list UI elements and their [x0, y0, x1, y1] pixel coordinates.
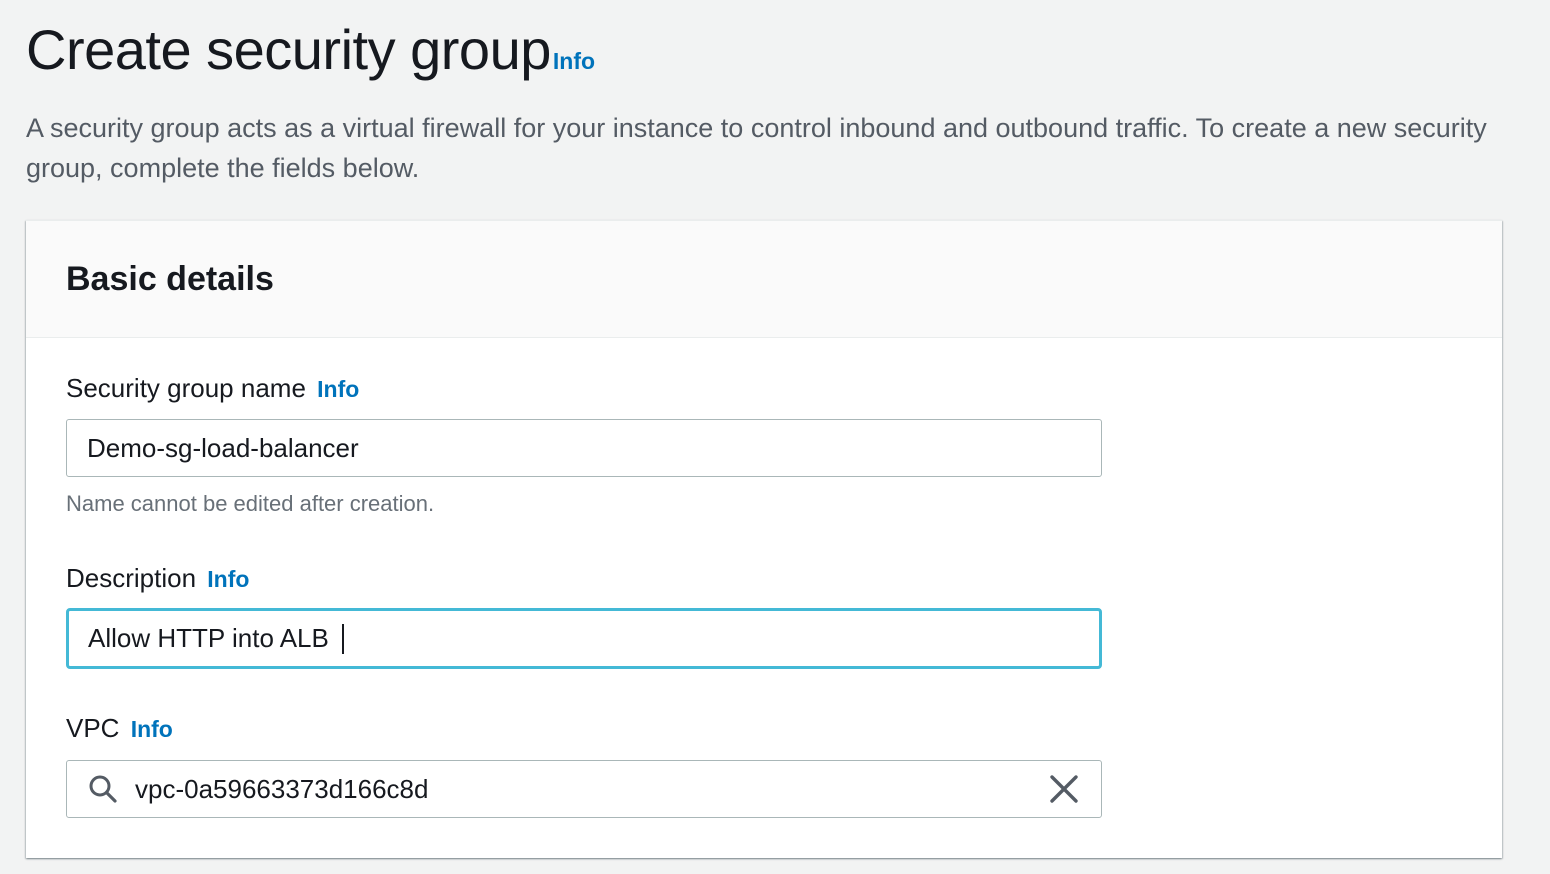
security-group-name-info-link[interactable]: Info [317, 376, 359, 402]
title-row: Create security group Info [26, 14, 595, 86]
panel-title: Basic details [66, 260, 274, 298]
page-title: Create security group [26, 18, 551, 81]
close-icon[interactable] [1047, 772, 1081, 806]
page-description: A security group acts as a virtual firew… [26, 113, 1487, 183]
vpc-label-text: VPC [66, 713, 120, 743]
vpc-value: vpc-0a59663373d166c8d [135, 773, 429, 804]
security-group-name-label-text: Security group name [66, 373, 306, 403]
security-group-name-input[interactable]: Demo-sg-load-balancer [66, 419, 1102, 477]
vpc-search-input[interactable]: vpc-0a59663373d166c8d [66, 760, 1102, 818]
security-group-name-label: Security group name Info [66, 371, 359, 406]
text-cursor [342, 623, 345, 654]
title-info-link[interactable]: Info [553, 48, 595, 75]
search-icon [85, 771, 121, 807]
basic-details-panel: Basic details Security group name Info D… [26, 220, 1502, 858]
panel-header: Basic details [26, 221, 1502, 338]
vpc-info-link[interactable]: Info [131, 716, 173, 742]
description-label: Description Info [66, 561, 249, 596]
description-label-text: Description [66, 563, 197, 593]
description-input[interactable]: Allow HTTP into ALB [66, 608, 1102, 669]
security-group-name-value: Demo-sg-load-balancer [87, 432, 359, 463]
vpc-label: VPC Info [66, 711, 173, 746]
create-security-group-page: Create security group Info A security gr… [0, 0, 1550, 874]
description-info-link[interactable]: Info [207, 566, 249, 592]
description-value: Allow HTTP into ALB [88, 623, 337, 653]
security-group-name-constraint: Name cannot be edited after creation. [66, 491, 435, 516]
